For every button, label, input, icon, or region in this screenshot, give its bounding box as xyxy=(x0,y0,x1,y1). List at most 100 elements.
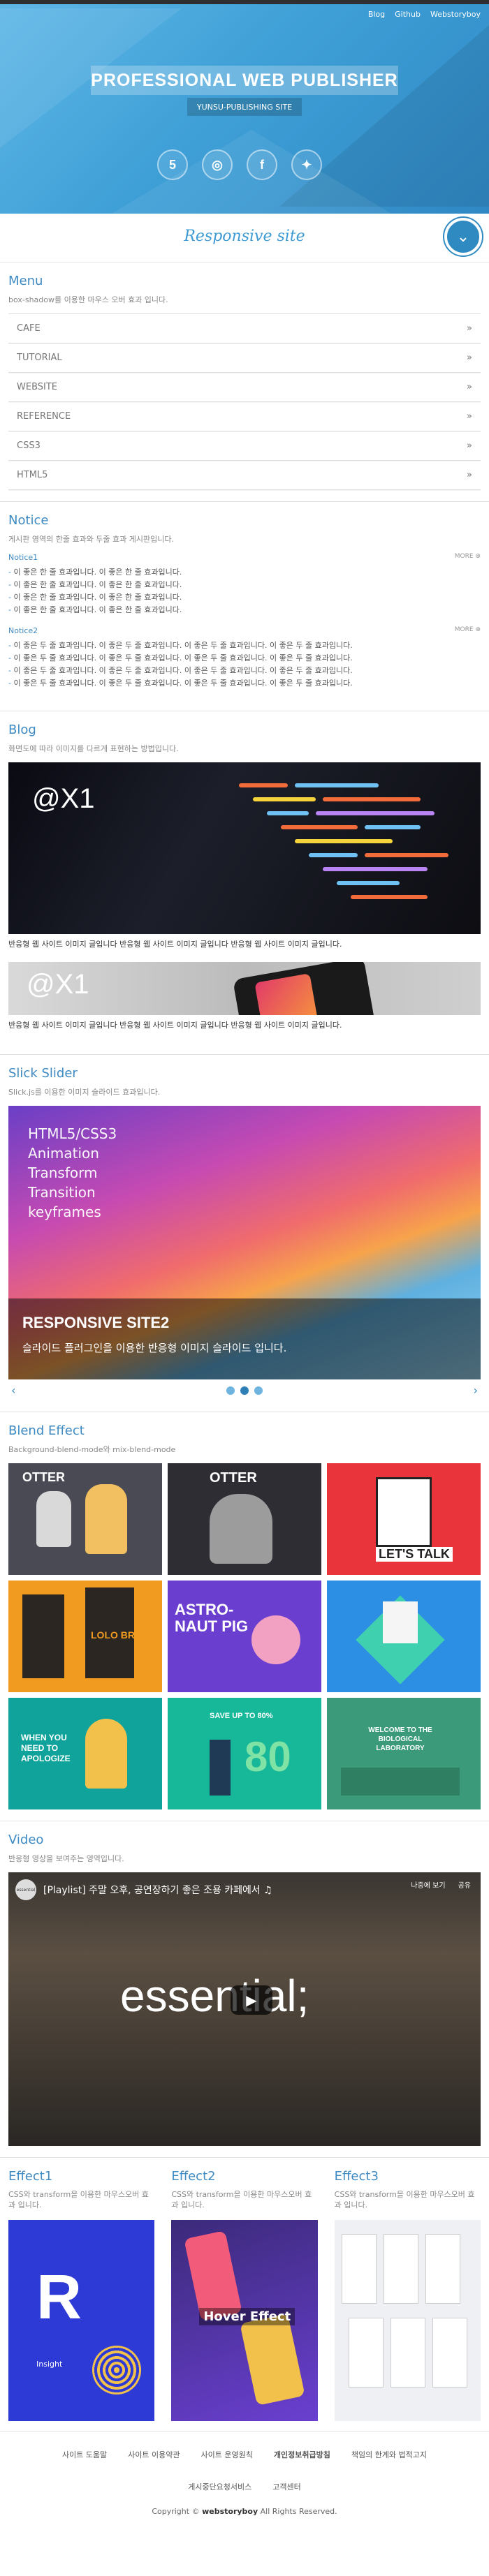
watch-later-icon[interactable]: 나중에 보기 xyxy=(411,1879,445,1890)
blend-tile[interactable]: LET'S TALK xyxy=(327,1463,481,1575)
effect1-thumb-text: Insight xyxy=(36,2360,63,2369)
menu-item-html5[interactable]: HTML5» xyxy=(8,461,481,490)
effect2-thumb-text: Hover Effect xyxy=(199,2308,295,2325)
slide-overlay-text: HTML5/CSS3 Animation Transform Transitio… xyxy=(28,1125,117,1220)
footer-links: 사이트 도움말 사이트 이용약관 사이트 운영원칙 개인정보취급방침 책임의 한… xyxy=(49,2450,440,2493)
footer-link[interactable]: 사이트 도움말 xyxy=(62,2450,107,2461)
blog-desc: 화면도에 따라 이미지를 다르게 표현하는 방법입니다. xyxy=(8,744,179,753)
scroll-down-button[interactable]: ⌄ xyxy=(444,218,482,256)
effect2-column: Effect2 CSS와 transform을 이용한 마우스오버 효과 입니다… xyxy=(163,2158,326,2431)
footer-link[interactable]: 사이트 운영원칙 xyxy=(201,2450,253,2461)
notice1-more-link[interactable]: MORE ⊕ xyxy=(455,553,481,562)
menu-list: CAFE» TUTORIAL» WEBSITE» REFERENCE» CSS3… xyxy=(8,313,481,490)
list-item[interactable]: 이 좋은 두 줄 효과입니다. 이 좋은 두 줄 효과입니다. 이 좋은 두 줄… xyxy=(8,652,481,665)
effect3-thumb[interactable] xyxy=(334,2220,481,2421)
html5-icon[interactable]: 5 xyxy=(157,149,188,180)
github-icon[interactable]: ◎ xyxy=(202,149,233,180)
blend-tile[interactable]: OTTER xyxy=(168,1463,321,1575)
blend-tile[interactable]: WELCOME TO THE BIOLOGICAL LABORATORY xyxy=(327,1698,481,1809)
top-link-blog[interactable]: Blog xyxy=(368,10,385,19)
blog-image-1[interactable]: @X1 xyxy=(8,762,481,934)
copyright-brand: webstoryboy xyxy=(202,2507,258,2516)
blog-section: Blog 화면도에 따라 이미지를 다르게 표현하는 방법입니다. @X1 반응… xyxy=(0,711,489,1055)
chevron-right-icon: » xyxy=(467,323,472,334)
slide-caption-title: RESPONSIVE SITE2 xyxy=(22,1314,170,1331)
blend-title: Blend Effect xyxy=(8,1423,85,1438)
slider-dot[interactable] xyxy=(254,1386,263,1395)
slider-dots xyxy=(226,1386,263,1395)
menu-item-reference[interactable]: REFERENCE» xyxy=(8,402,481,431)
footer-link[interactable]: 게시중단요청서비스 xyxy=(188,2482,251,2493)
video-section: Video 반응형 영상을 보여주는 영역입니다. essential [Pla… xyxy=(0,1821,489,2158)
notice1-label[interactable]: Notice1 xyxy=(8,553,38,562)
chevron-left-icon[interactable]: ‹ xyxy=(11,1384,15,1397)
effect1-desc: CSS와 transform을 이용한 마우스오버 효과 입니다. xyxy=(8,2190,149,2209)
menu-item-tutorial[interactable]: TUTORIAL» xyxy=(8,343,481,373)
list-item[interactable]: 이 좋은 두 줄 효과입니다. 이 좋은 두 줄 효과입니다. 이 좋은 두 줄… xyxy=(8,639,481,652)
effect3-desc: CSS와 transform을 이용한 마우스오버 효과 입니다. xyxy=(334,2190,475,2209)
notice2-more-link[interactable]: MORE ⊕ xyxy=(455,626,481,635)
footer-link[interactable]: 책임의 한계와 법적고지 xyxy=(351,2450,427,2461)
menu-item-website[interactable]: WEBSITE» xyxy=(8,373,481,402)
menu-item-css3[interactable]: CSS3» xyxy=(8,431,481,461)
chevron-right-icon: » xyxy=(467,353,472,363)
effect1-column: Effect1 CSS와 transform을 이용한 마우스오버 효과 입니다… xyxy=(0,2158,163,2431)
blog-image-1-label: @X1 xyxy=(32,783,95,814)
social-links: 5 ◎ f ✦ xyxy=(157,149,322,180)
slide[interactable]: HTML5/CSS3 Animation Transform Transitio… xyxy=(8,1106,481,1379)
blend-section: Blend Effect Background-blend-mode와 mix-… xyxy=(0,1412,489,1821)
list-item[interactable]: 이 좋은 한 줄 효과입니다. 이 좋은 한 줄 효과입니다. xyxy=(8,566,481,579)
list-item[interactable]: 이 좋은 두 줄 효과입니다. 이 좋은 두 줄 효과입니다. 이 좋은 두 줄… xyxy=(8,665,481,677)
blend-tile[interactable]: OTTER xyxy=(8,1463,162,1575)
list-item[interactable]: 이 좋은 한 줄 효과입니다. 이 좋은 한 줄 효과입니다. xyxy=(8,604,481,616)
top-links: Blog Github Webstoryboy xyxy=(368,10,481,19)
blog-image-2-label: @X1 xyxy=(27,969,89,1000)
blend-grid: OTTER OTTER LET'S TALK LOLO BREW ASTRO-N… xyxy=(8,1463,481,1809)
effect3-column: Effect3 CSS와 transform을 이용한 마우스오버 효과 입니다… xyxy=(326,2158,489,2431)
menu-item-cafe[interactable]: CAFE» xyxy=(8,314,481,343)
twitter-icon[interactable]: ✦ xyxy=(291,149,322,180)
blend-tile[interactable]: LOLO BREW xyxy=(8,1581,162,1692)
video-title-text[interactable]: [Playlist] 주말 오후, 공연장하기 좋은 조용 카페에서 ♫ xyxy=(43,1883,272,1897)
chevron-down-icon: ⌄ xyxy=(456,228,470,246)
top-link-github[interactable]: Github xyxy=(395,10,421,19)
blog-caption-1: 반응형 웹 사이트 이미지 글입니다 반응형 웹 사이트 이미지 글입니다 반응… xyxy=(8,940,342,949)
effect1-thumb[interactable]: R Insight xyxy=(8,2220,155,2421)
list-item[interactable]: 이 좋은 한 줄 효과입니다. 이 좋은 한 줄 효과입니다. xyxy=(8,591,481,604)
channel-avatar[interactable]: essential xyxy=(15,1879,36,1900)
blog-title: Blog xyxy=(8,723,36,737)
video-title: Video xyxy=(8,1833,44,1847)
site-header: Blog Github Webstoryboy PROFESSIONAL WEB… xyxy=(0,4,489,214)
footer-link-privacy[interactable]: 개인정보취급방침 xyxy=(274,2450,330,2461)
notice-desc: 게시판 영역의 한줄 효과와 두줄 효과 게시판입니다. xyxy=(8,535,174,544)
blog-caption-2: 반응형 웹 사이트 이미지 글입니다 반응형 웹 사이트 이미지 글입니다 반응… xyxy=(8,1021,342,1030)
blend-tile[interactable]: 80 SAVE UP TO 80% xyxy=(168,1698,321,1809)
list-item[interactable]: 이 좋은 한 줄 효과입니다. 이 좋은 한 줄 효과입니다. xyxy=(8,579,481,591)
slider-controls: ‹ › xyxy=(8,1379,481,1400)
facebook-icon[interactable]: f xyxy=(247,149,277,180)
menu-title: Menu xyxy=(8,274,43,288)
share-icon[interactable]: 공유 xyxy=(458,1879,471,1890)
tagline: Responsive site xyxy=(168,221,321,251)
notice2-label[interactable]: Notice2 xyxy=(8,626,38,635)
effect2-thumb[interactable]: Hover Effect xyxy=(171,2220,318,2421)
footer-link[interactable]: 고객센터 xyxy=(272,2482,300,2493)
chevron-right-icon: » xyxy=(467,411,472,422)
slide-caption-text: 슬라이드 플러그인을 이용한 반응형 이미지 슬라이드 입니다. xyxy=(22,1342,287,1354)
chevron-right-icon[interactable]: › xyxy=(474,1384,478,1397)
blend-tile[interactable]: ASTRO-NAUT PIG xyxy=(168,1581,321,1692)
slider-dot-active[interactable] xyxy=(240,1386,249,1395)
notice1-list: 이 좋은 한 줄 효과입니다. 이 좋은 한 줄 효과입니다. 이 좋은 한 줄… xyxy=(8,566,481,616)
notice-section: Notice 게시판 영역의 한줄 효과와 두줄 효과 게시판입니다. Noti… xyxy=(0,502,489,711)
video-player[interactable]: essential [Playlist] 주말 오후, 공연장하기 좋은 조용 … xyxy=(8,1872,481,2146)
slider-dot[interactable] xyxy=(226,1386,235,1395)
blog-image-2[interactable]: @X1 xyxy=(8,962,481,1015)
top-link-webstoryboy[interactable]: Webstoryboy xyxy=(430,10,481,19)
blend-tile[interactable]: WHEN YOU NEED TO APOLOGIZE xyxy=(8,1698,162,1809)
footer-link[interactable]: 사이트 이용약관 xyxy=(128,2450,180,2461)
blend-tile[interactable] xyxy=(327,1581,481,1692)
slide-caption: RESPONSIVE SITE2 슬라이드 플러그인을 이용한 반응형 이미지 … xyxy=(8,1298,481,1379)
play-button[interactable]: ▶ xyxy=(231,1985,272,2015)
list-item[interactable]: 이 좋은 두 줄 효과입니다. 이 좋은 두 줄 효과입니다. 이 좋은 두 줄… xyxy=(8,677,481,690)
slider-title: Slick Slider xyxy=(8,1066,78,1081)
